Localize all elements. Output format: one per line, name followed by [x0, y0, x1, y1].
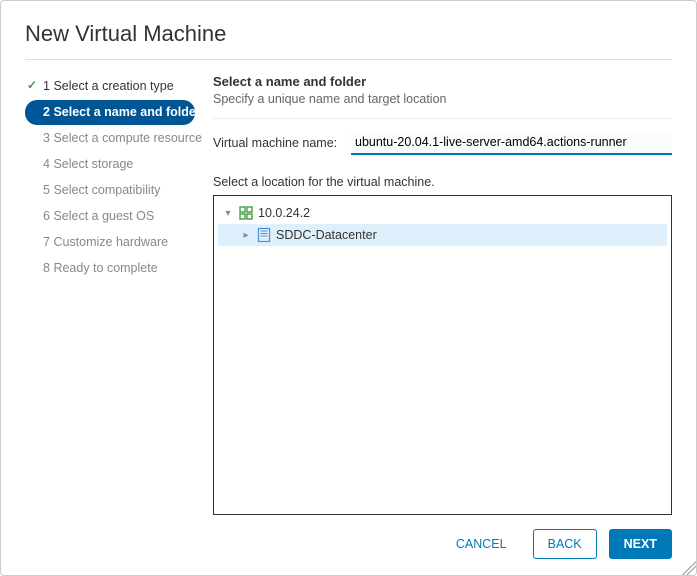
step-7: 7 Customize hardware: [25, 230, 195, 255]
vm-name-input[interactable]: [351, 131, 672, 155]
wizard-content: Select a name and folder Specify a uniqu…: [213, 70, 672, 515]
section-subheading: Specify a unique name and target locatio…: [213, 92, 672, 106]
tree-label: 10.0.24.2: [258, 206, 310, 220]
step-4: 4 Select storage: [25, 152, 195, 177]
tree-child-sddc[interactable]: ▸ SDDC-Datacenter: [218, 224, 667, 246]
resize-grip[interactable]: [682, 561, 696, 575]
back-button[interactable]: BACK: [533, 529, 597, 559]
chevron-down-icon[interactable]: ▾: [222, 208, 234, 219]
vm-name-label: Virtual machine name:: [213, 136, 341, 150]
next-button[interactable]: NEXT: [609, 529, 672, 559]
host-icon: [238, 205, 254, 221]
dialog-title: New Virtual Machine: [25, 21, 672, 47]
step-label: 6 Select a guest OS: [43, 209, 154, 223]
step-label: 3 Select a compute resource: [43, 131, 202, 145]
vm-name-row: Virtual machine name:: [213, 131, 672, 155]
step-label: 8 Ready to complete: [43, 261, 158, 275]
tree-root[interactable]: ▾ 10.0.24.2: [218, 202, 667, 224]
step-2[interactable]: 2 Select a name and folder: [25, 100, 195, 125]
check-icon: ✓: [27, 78, 37, 92]
step-6: 6 Select a guest OS: [25, 204, 195, 229]
chevron-right-icon[interactable]: ▸: [240, 230, 252, 241]
dialog-body: ✓ 1 Select a creation type 2 Select a na…: [25, 70, 672, 515]
divider: [25, 59, 672, 60]
step-label: 1 Select a creation type: [43, 79, 174, 93]
step-1[interactable]: ✓ 1 Select a creation type: [25, 74, 195, 99]
step-5: 5 Select compatibility: [25, 178, 195, 203]
step-label: 7 Customize hardware: [43, 235, 168, 249]
step-label: 4 Select storage: [43, 157, 133, 171]
location-tree[interactable]: ▾ 10.0.24.2 ▸ SDDC-Datacenter: [213, 195, 672, 515]
section-heading: Select a name and folder: [213, 74, 672, 89]
step-8: 8 Ready to complete: [25, 256, 195, 281]
step-label: 2 Select a name and folder: [43, 105, 201, 119]
wizard-steps: ✓ 1 Select a creation type 2 Select a na…: [25, 70, 195, 515]
dialog-footer: CANCEL BACK NEXT: [25, 515, 672, 559]
step-label: 5 Select compatibility: [43, 183, 160, 197]
cancel-button[interactable]: CANCEL: [442, 530, 521, 558]
datacenter-icon: [256, 227, 272, 243]
step-3: 3 Select a compute resource: [25, 126, 195, 151]
tree-label: SDDC-Datacenter: [276, 228, 377, 242]
divider: [213, 118, 672, 119]
new-vm-dialog: New Virtual Machine ✓ 1 Select a creatio…: [0, 0, 697, 576]
location-label: Select a location for the virtual machin…: [213, 175, 672, 189]
